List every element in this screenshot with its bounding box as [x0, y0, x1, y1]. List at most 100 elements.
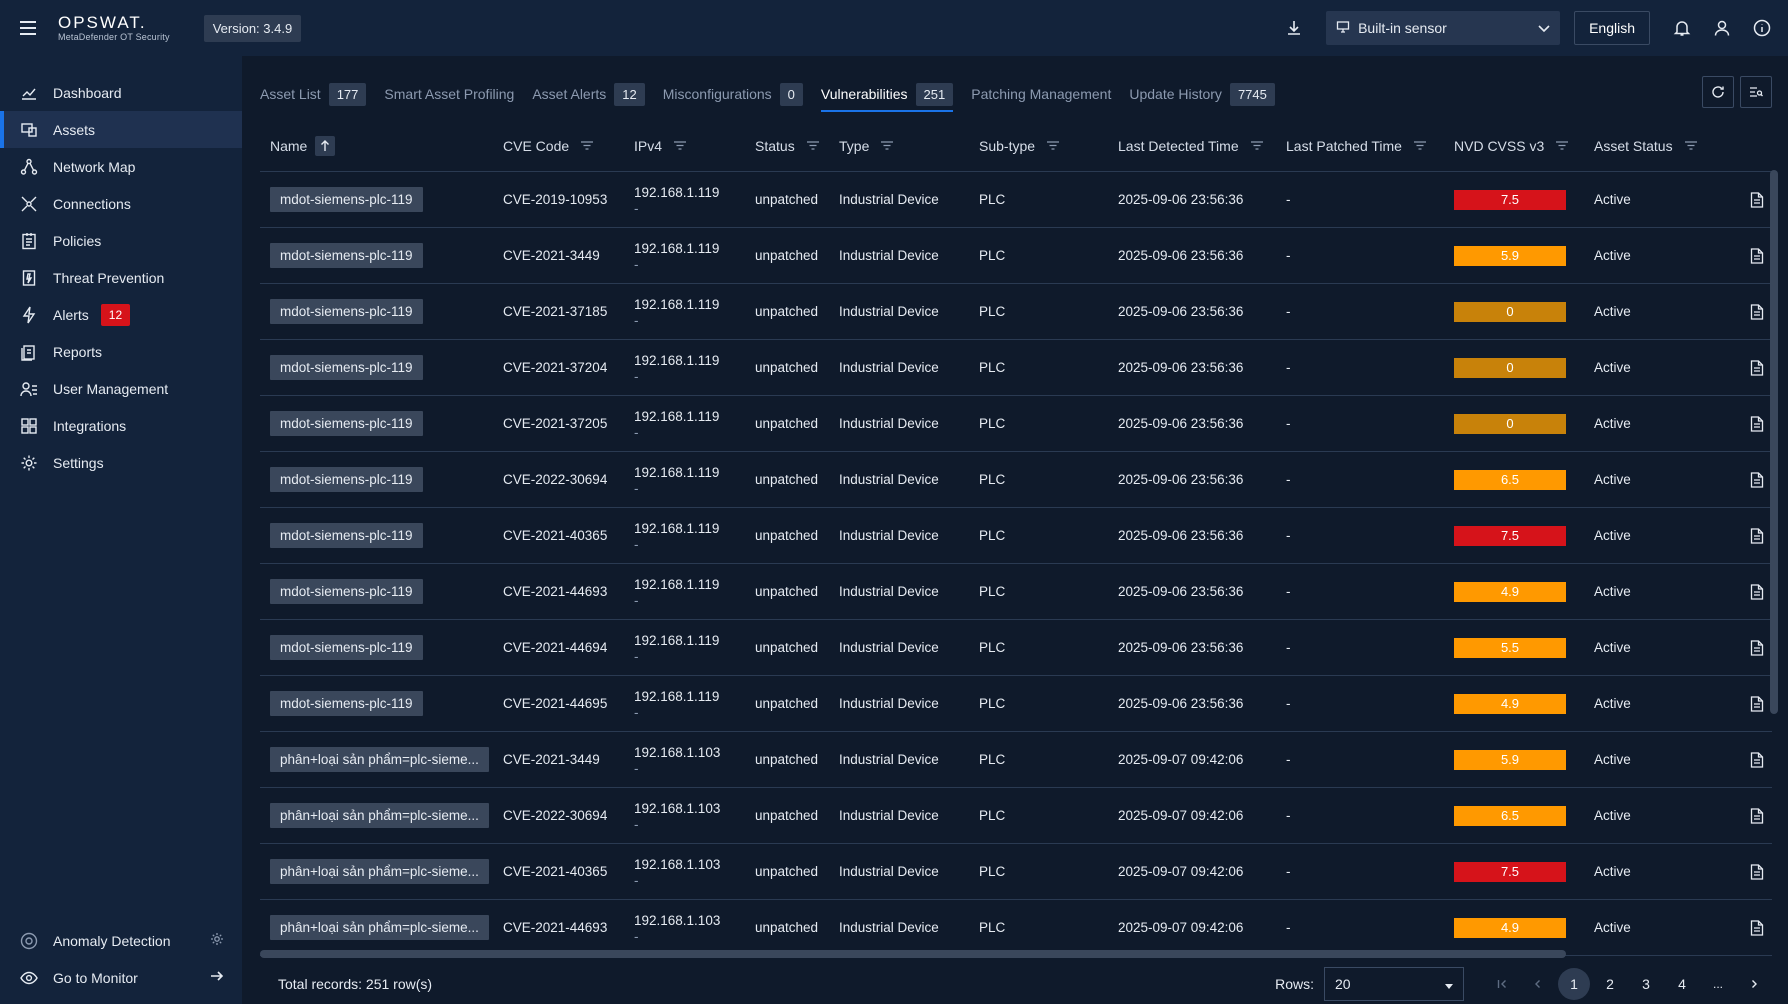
- sensor-dropdown[interactable]: Built-in sensor: [1326, 11, 1561, 45]
- user-icon[interactable]: [1702, 8, 1742, 48]
- document-icon[interactable]: [1750, 471, 1764, 488]
- sidebar-item-connections[interactable]: Connections: [0, 185, 242, 222]
- table-row[interactable]: mdot-siemens-plc-119 CVE-2021-37204 192.16…: [260, 340, 1772, 396]
- sidebar-item-assets[interactable]: Assets: [0, 111, 242, 148]
- sidebar-item-integrations[interactable]: Integrations: [0, 407, 242, 444]
- page-1-button[interactable]: 1: [1558, 968, 1590, 1000]
- document-icon[interactable]: [1750, 303, 1764, 320]
- sidebar-item-threat-prevention[interactable]: Threat Prevention: [0, 259, 242, 296]
- asset-name-chip[interactable]: phân+loại sản phẩm=plc-sieme...: [270, 747, 489, 772]
- asset-name-chip[interactable]: mdot-siemens-plc-119: [270, 355, 423, 380]
- tab-smart-asset-profiling[interactable]: Smart Asset Profiling: [384, 78, 514, 110]
- column-header-asset-status[interactable]: Asset Status: [1584, 120, 1724, 172]
- column-header-last-detected-time[interactable]: Last Detected Time: [1108, 120, 1276, 172]
- language-button[interactable]: English: [1574, 11, 1650, 45]
- asset-name-chip[interactable]: mdot-siemens-plc-119: [270, 691, 423, 716]
- table-row[interactable]: mdot-siemens-plc-119 CVE-2021-44693 192.16…: [260, 564, 1772, 620]
- table-row[interactable]: mdot-siemens-plc-119 CVE-2021-3449 192.168…: [260, 228, 1772, 284]
- table-row[interactable]: phân+loại sản phẩm=plc-sieme... CVE-2021-…: [260, 900, 1772, 956]
- column-header-ipv4[interactable]: IPv4: [624, 120, 745, 172]
- column-header-status[interactable]: Status: [745, 120, 829, 172]
- table-row[interactable]: mdot-siemens-plc-119 CVE-2021-44694 192.16…: [260, 620, 1772, 676]
- document-icon[interactable]: [1750, 247, 1764, 264]
- filter-icon[interactable]: [1684, 141, 1697, 150]
- sidebar-item-dashboard[interactable]: Dashboard: [0, 74, 242, 111]
- asset-name-chip[interactable]: mdot-siemens-plc-119: [270, 523, 423, 548]
- hamburger-menu-icon[interactable]: [0, 0, 56, 56]
- asset-name-chip[interactable]: mdot-siemens-plc-119: [270, 635, 423, 660]
- next-page-icon[interactable]: [1738, 968, 1770, 1000]
- table-row[interactable]: phân+loại sản phẩm=plc-sieme... CVE-2021-…: [260, 732, 1772, 788]
- filter-icon[interactable]: [1047, 141, 1060, 150]
- sidebar-item-go-to-monitor[interactable]: Go to Monitor: [0, 959, 242, 996]
- document-icon[interactable]: [1750, 583, 1764, 600]
- tab-asset-list[interactable]: Asset List 177: [260, 78, 367, 110]
- asset-name-chip[interactable]: mdot-siemens-plc-119: [270, 243, 423, 268]
- asset-name-chip[interactable]: phân+loại sản phẩm=plc-sieme...: [270, 803, 489, 828]
- document-icon[interactable]: [1750, 191, 1764, 208]
- rows-per-page-select[interactable]: 20: [1324, 967, 1464, 1001]
- tab-update-history[interactable]: Update History 7745: [1129, 78, 1275, 110]
- table-row[interactable]: mdot-siemens-plc-119 CVE-2021-40365 192.16…: [260, 508, 1772, 564]
- download-icon[interactable]: [1274, 8, 1314, 48]
- column-settings-icon[interactable]: [1740, 76, 1772, 108]
- sidebar-item-reports[interactable]: Reports: [0, 333, 242, 370]
- table-row[interactable]: phân+loại sản phẩm=plc-sieme... CVE-2021-…: [260, 844, 1772, 900]
- filter-icon[interactable]: [1250, 141, 1263, 150]
- document-icon[interactable]: [1750, 807, 1764, 824]
- table-row[interactable]: mdot-siemens-plc-119 CVE-2019-10953 192.16…: [260, 172, 1772, 228]
- document-icon[interactable]: [1750, 527, 1764, 544]
- asset-name-chip[interactable]: mdot-siemens-plc-119: [270, 299, 423, 324]
- sidebar-item-anomaly-detection[interactable]: Anomaly Detection: [0, 922, 242, 959]
- document-icon[interactable]: [1750, 639, 1764, 656]
- filter-icon[interactable]: [806, 141, 819, 150]
- tab-patching-management[interactable]: Patching Management: [971, 78, 1111, 110]
- info-icon[interactable]: [1742, 8, 1782, 48]
- document-icon[interactable]: [1750, 863, 1764, 880]
- asset-name-chip[interactable]: phân+loại sản phẩm=plc-sieme...: [270, 859, 489, 884]
- asset-name-chip[interactable]: mdot-siemens-plc-119: [270, 579, 423, 604]
- page-3-button[interactable]: 3: [1630, 968, 1662, 1000]
- asset-name-chip[interactable]: mdot-siemens-plc-119: [270, 187, 423, 212]
- table-row[interactable]: mdot-siemens-plc-119 CVE-2021-44695 192.16…: [260, 676, 1772, 732]
- tab-vulnerabilities[interactable]: Vulnerabilities 251: [820, 78, 954, 112]
- column-header-nvd-cvss-v3[interactable]: NVD CVSS v3: [1444, 120, 1584, 172]
- table-row[interactable]: mdot-siemens-plc-119 CVE-2022-30694 192.16…: [260, 452, 1772, 508]
- column-header-type[interactable]: Type: [829, 120, 969, 172]
- filter-icon[interactable]: [581, 141, 594, 150]
- refresh-icon[interactable]: [1702, 76, 1734, 108]
- document-icon[interactable]: [1750, 695, 1764, 712]
- table-row[interactable]: phân+loại sản phẩm=plc-sieme... CVE-2022-…: [260, 788, 1772, 844]
- asset-name-chip[interactable]: mdot-siemens-plc-119: [270, 411, 423, 436]
- vertical-scrollbar[interactable]: [1770, 170, 1778, 714]
- column-header-sub-type[interactable]: Sub-type: [969, 120, 1108, 172]
- sidebar-item-alerts[interactable]: Alerts 12: [0, 296, 242, 333]
- sidebar-item-settings[interactable]: Settings: [0, 444, 242, 481]
- column-header-last-patched-time[interactable]: Last Patched Time: [1276, 120, 1444, 172]
- tab-misconfigurations[interactable]: Misconfigurations 0: [663, 78, 803, 110]
- filter-icon[interactable]: [1556, 141, 1569, 150]
- asset-name-chip[interactable]: mdot-siemens-plc-119: [270, 467, 423, 492]
- bell-icon[interactable]: [1662, 8, 1702, 48]
- document-icon[interactable]: [1750, 415, 1764, 432]
- prev-page-icon[interactable]: [1522, 968, 1554, 1000]
- gear-icon[interactable]: [210, 932, 224, 949]
- column-header-name[interactable]: Name: [260, 120, 493, 172]
- filter-icon[interactable]: [881, 141, 894, 150]
- document-icon[interactable]: [1750, 751, 1764, 768]
- filter-icon[interactable]: [674, 141, 687, 150]
- sidebar-item-network-map[interactable]: Network Map: [0, 148, 242, 185]
- page-4-button[interactable]: 4: [1666, 968, 1698, 1000]
- first-page-icon[interactable]: [1486, 968, 1518, 1000]
- column-header-cve-code[interactable]: CVE Code: [493, 120, 624, 172]
- sidebar-item-policies[interactable]: Policies: [0, 222, 242, 259]
- horizontal-scrollbar[interactable]: [260, 950, 1566, 958]
- tab-asset-alerts[interactable]: Asset Alerts 12: [532, 78, 645, 110]
- document-icon[interactable]: [1750, 359, 1764, 376]
- asset-name-chip[interactable]: phân+loại sản phẩm=plc-sieme...: [270, 915, 489, 940]
- filter-icon[interactable]: [1413, 141, 1426, 150]
- sidebar-item-user-management[interactable]: User Management: [0, 370, 242, 407]
- table-row[interactable]: mdot-siemens-plc-119 CVE-2021-37185 192.16…: [260, 284, 1772, 340]
- sort-ascending-icon[interactable]: [315, 135, 336, 156]
- document-icon[interactable]: [1750, 919, 1764, 936]
